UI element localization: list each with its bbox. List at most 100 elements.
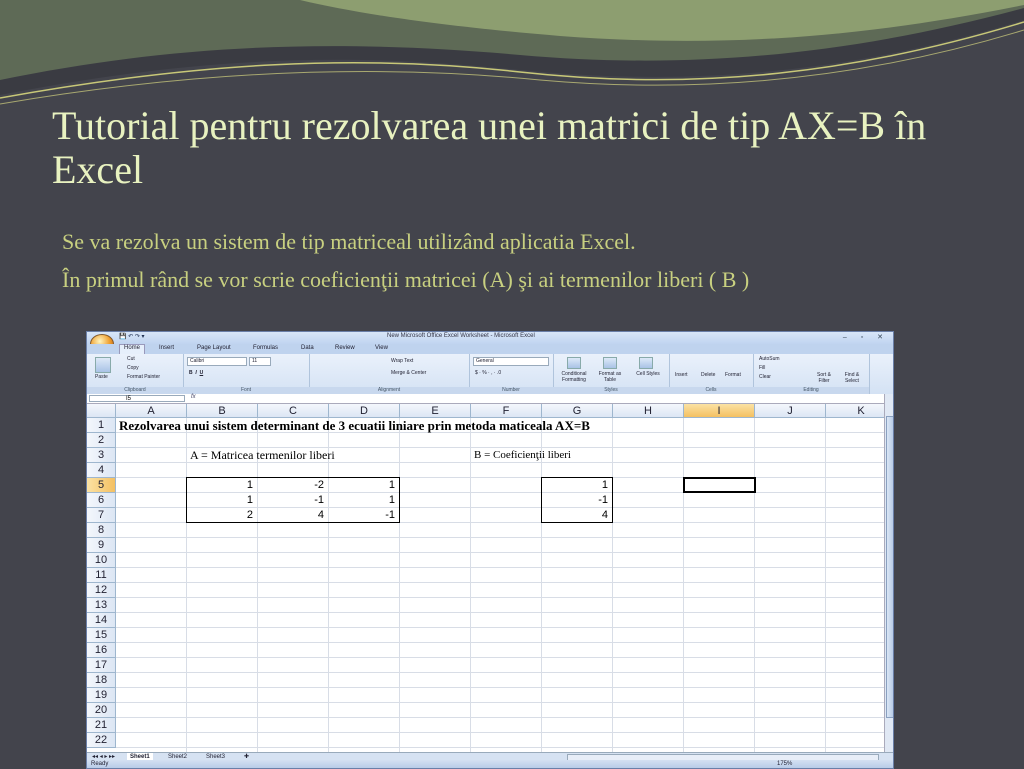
fill-button[interactable]: Fill [759,365,765,371]
insert-cells-button[interactable]: Insert [675,372,688,378]
wrap-text-button[interactable]: Wrap Text [391,358,413,364]
row-header-18[interactable]: 18 [87,673,116,688]
conditional-formatting-button[interactable]: Conditional Formatting [557,371,591,383]
row-header-21[interactable]: 21 [87,718,116,733]
col-header-h[interactable]: H [613,404,684,418]
col-header-b[interactable]: B [187,404,258,418]
tab-insert[interactable]: Insert [159,345,174,351]
col-header-k[interactable]: K [826,404,884,418]
row-header-3[interactable]: 3 [87,448,116,463]
row-header-8[interactable]: 8 [87,523,116,538]
font-name-box[interactable]: Calibri [187,357,247,366]
cells-label: Cells [669,387,753,394]
col-header-c[interactable]: C [258,404,329,418]
cell-styles-button[interactable]: Cell Styles [631,371,665,377]
tab-page-layout[interactable]: Page Layout [197,345,231,351]
col-header-f[interactable]: F [471,404,542,418]
row-header-16[interactable]: 16 [87,643,116,658]
col-header-a[interactable]: A [116,404,187,418]
bullet-2: În primul rând se vor scrie coeficienţii… [62,267,750,292]
delete-cells-button[interactable]: Delete [701,372,715,378]
col-header-j[interactable]: J [755,404,826,418]
row-header-11[interactable]: 11 [87,568,116,583]
row-header-1[interactable]: 1 [87,418,116,433]
format-painter-button[interactable]: Format Painter [127,374,160,380]
row-header-13[interactable]: 13 [87,598,116,613]
row-header-4[interactable]: 4 [87,463,116,478]
spreadsheet-grid: A B C D E F G H I J K 1 2 3 4 5 6 7 8 9 … [87,404,884,752]
window-title: New Microsoft Office Excel Worksheet - M… [387,333,535,339]
fx-icon[interactable]: fx [191,394,196,400]
copy-button[interactable]: Copy [127,365,139,371]
find-select-button[interactable]: Find & Select [839,372,865,384]
row-header-17[interactable]: 17 [87,658,116,673]
slide-title: Tutorial pentru rezolvarea unei matrici … [52,103,927,192]
name-box[interactable]: I5 [89,395,185,402]
active-cell-i5[interactable] [683,477,756,493]
tab-data[interactable]: Data [301,345,314,351]
row-header-20[interactable]: 20 [87,703,116,718]
paste-icon[interactable] [95,357,111,373]
col-header-d[interactable]: D [329,404,400,418]
ribbon-tabs: Home Insert Page Layout Formulas Data Re… [87,344,893,354]
alignment-group: Wrap Text Merge & Center Alignment [309,354,470,394]
row-header-2[interactable]: 2 [87,433,116,448]
col-header-e[interactable]: E [400,404,471,418]
styles-group: Conditional Formatting Format as Table C… [553,354,670,394]
excel-window: New Microsoft Office Excel Worksheet - M… [86,331,894,769]
editing-group: AutoSum Fill Clear Sort & Filter Find & … [753,354,870,394]
matrix-a-border [186,477,400,523]
autosum-button[interactable]: AutoSum [759,356,780,362]
font-label: Font [183,387,309,394]
editing-label: Editing [753,387,869,394]
row-header-12[interactable]: 12 [87,583,116,598]
tab-home[interactable]: Home [119,344,146,354]
vertical-scroll-thumb[interactable] [886,416,893,718]
row-header-6[interactable]: 6 [87,493,116,508]
row-header-10[interactable]: 10 [87,553,116,568]
cell-a1-heading[interactable]: Rezolvarea unui sistem determinant de 3 … [119,418,590,433]
status-bar: Ready 175% [87,760,893,768]
status-ready: Ready [91,761,109,767]
font-group: Calibri 11 B I U Font [183,354,310,394]
format-as-table-button[interactable]: Format as Table [593,371,627,383]
sort-filter-button[interactable]: Sort & Filter [811,372,837,384]
select-all-corner[interactable] [87,404,116,418]
number-label: Number [469,387,553,394]
vertical-scrollbar[interactable] [884,394,893,752]
row-header-15[interactable]: 15 [87,628,116,643]
merge-center-button[interactable]: Merge & Center [391,370,426,376]
row-header-9[interactable]: 9 [87,538,116,553]
cell-b3-label-a[interactable]: A = Matricea termenilor liberi [190,448,335,463]
zoom-level[interactable]: 175% [777,760,792,768]
row-header-19[interactable]: 19 [87,688,116,703]
font-size-box[interactable]: 11 [249,357,271,366]
row-header-22[interactable]: 22 [87,733,116,748]
title-bar: New Microsoft Office Excel Worksheet - M… [87,332,893,344]
conditional-formatting-icon [567,357,581,369]
styles-label: Styles [553,387,669,394]
paste-button[interactable]: Paste [95,374,108,380]
tab-view[interactable]: View [375,345,388,351]
row-header-7[interactable]: 7 [87,508,116,523]
window-controls[interactable]: – ▫ ✕ [843,333,889,341]
ribbon: Paste Cut Copy Format Painter Clipboard … [87,354,893,395]
format-cells-button[interactable]: Format [725,372,741,378]
number-format-buttons[interactable]: $ · % · , · .0 [475,370,501,376]
clear-button[interactable]: Clear [759,374,771,380]
tab-review[interactable]: Review [335,345,355,351]
tab-formulas[interactable]: Formulas [253,345,278,351]
cells-group: Insert Delete Format Cells [669,354,754,394]
col-header-g[interactable]: G [542,404,613,418]
cell-f3-label-b[interactable]: B = Coeficienţii liberi [474,448,571,463]
quick-access-toolbar[interactable]: 💾 ↶ ↷ ▾ [119,333,145,340]
row-header-14[interactable]: 14 [87,613,116,628]
col-header-i[interactable]: I [684,404,755,418]
cell-styles-icon [639,357,653,369]
row-header-5[interactable]: 5 [87,478,116,493]
bold-button[interactable]: B I U [189,370,203,376]
cut-button[interactable]: Cut [127,356,135,362]
cell-area[interactable] [116,418,884,752]
slide-decoration [0,0,1024,105]
number-format-box[interactable]: General [473,357,549,366]
